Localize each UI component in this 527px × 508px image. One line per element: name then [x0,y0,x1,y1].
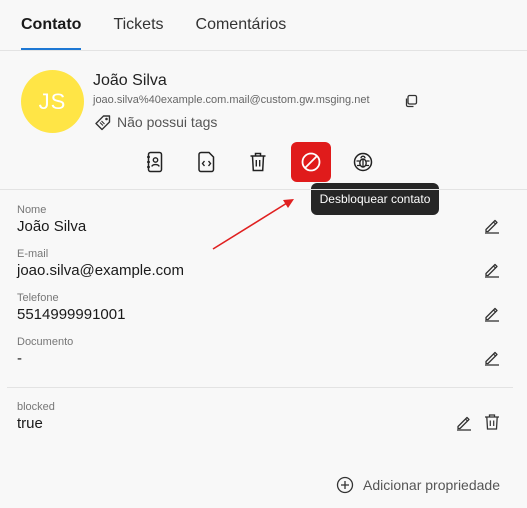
tab-tickets[interactable]: Tickets [113,0,163,50]
code-file-button[interactable] [187,142,227,182]
delete-contact-button[interactable] [238,142,278,182]
edit-email-icon[interactable] [483,260,501,278]
add-property-button[interactable]: Adicionar propriedade [336,476,500,494]
unblock-contact-button[interactable] [291,142,331,182]
contact-book-button[interactable] [135,142,175,182]
edit-name-icon[interactable] [483,216,501,234]
fields-divider [7,387,513,388]
edit-blocked-icon[interactable] [455,413,473,431]
contact-book-icon [147,151,163,173]
avatar: JS [21,70,84,133]
field-value-telefone: 5514999991001 [17,306,126,323]
debug-button[interactable] [343,142,383,182]
field-value-documento: - [17,350,22,367]
edit-phone-icon[interactable] [483,304,501,322]
field-label-telefone: Telefone [17,292,59,304]
field-label-documento: Documento [17,336,74,348]
delete-blocked-icon[interactable] [483,413,501,431]
annotation-arrow [212,199,294,250]
edit-document-icon[interactable] [483,348,501,366]
header-divider [0,189,527,190]
add-property-label: Adicionar propriedade [363,477,500,493]
contact-email: joao.silva%40example.com.mail@custom.gw.… [93,94,370,106]
copy-icon[interactable] [404,94,418,108]
bug-icon [353,152,373,172]
field-value-blocked: true [17,415,43,432]
field-label-nome: Nome [17,204,47,216]
tags-label: Não possui tags [117,114,218,130]
field-value-email: joao.silva@example.com [17,262,184,279]
tab-contato[interactable]: Contato [21,0,82,50]
tab-bar: Contato Tickets Comentários [0,0,527,50]
tab-divider [0,50,527,51]
field-value-nome: João Silva [17,218,87,235]
field-label-email: E-mail [17,248,49,260]
contact-name: João Silva [93,72,167,89]
unblock-tooltip: Desbloquear contato [311,183,439,215]
field-label-blocked: blocked [17,401,55,413]
tab-comentarios[interactable]: Comentários [196,0,287,50]
plus-circle-icon [336,476,354,494]
trash-icon [250,152,266,172]
tag-icon [95,115,111,131]
code-file-icon [198,151,215,173]
block-icon [301,152,321,172]
